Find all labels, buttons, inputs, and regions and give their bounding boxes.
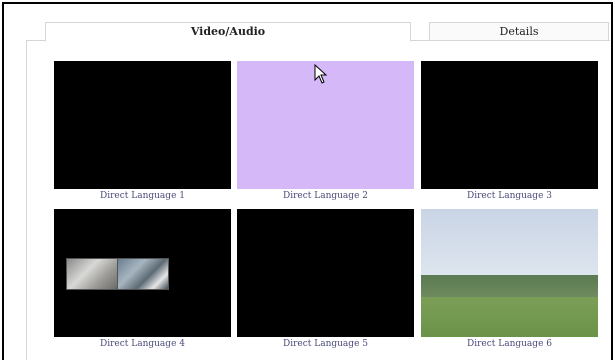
landscape-sky [421, 209, 598, 275]
video-caption: Direct Language 1 [100, 191, 185, 201]
video-tile-6[interactable]: Direct Language 6 [421, 209, 598, 349]
video-tile-5[interactable]: Direct Language 5 [237, 209, 414, 349]
tab-video-audio[interactable]: Video/Audio [45, 22, 411, 42]
video-feed[interactable] [237, 209, 414, 337]
video-tile-3[interactable]: Direct Language 3 [421, 61, 598, 201]
landscape-field [421, 297, 598, 337]
video-feed[interactable] [54, 61, 231, 189]
video-tile-1[interactable]: Direct Language 1 [54, 61, 231, 201]
video-feed[interactable] [54, 209, 231, 337]
video-tile-4[interactable]: Direct Language 4 [54, 209, 231, 349]
video-caption: Direct Language 3 [467, 191, 552, 201]
video-feed[interactable] [421, 209, 598, 337]
landscape-trees [421, 275, 598, 297]
video-caption: Direct Language 2 [283, 191, 368, 201]
video-caption: Direct Language 5 [283, 339, 368, 349]
pip-thumbnail [66, 258, 118, 290]
video-caption: Direct Language 6 [467, 339, 552, 349]
video-caption: Direct Language 4 [100, 339, 185, 349]
video-feed[interactable] [421, 61, 598, 189]
mouse-pointer-icon [314, 64, 328, 84]
pip-thumbnail [117, 258, 169, 290]
tab-details[interactable]: Details [429, 22, 609, 41]
